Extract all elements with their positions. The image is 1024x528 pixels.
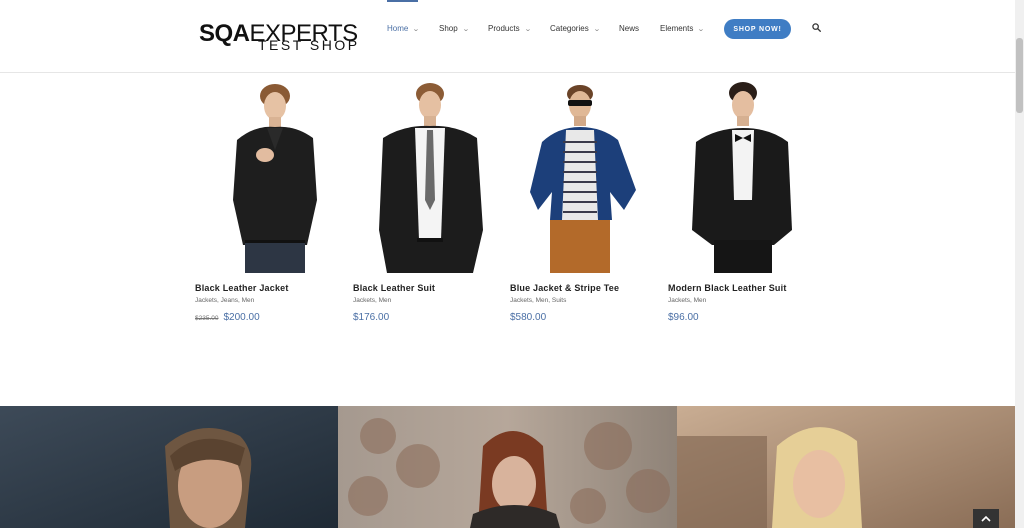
nav-item-products[interactable]: Products ⌄ bbox=[488, 24, 532, 33]
product-price: $176.00 bbox=[353, 312, 390, 323]
nav-item-home[interactable]: Home ⌄ bbox=[387, 24, 421, 33]
product-name[interactable]: Blue Jacket & Stripe Tee bbox=[510, 283, 619, 293]
product-price: $235.00 $200.00 bbox=[195, 312, 260, 323]
product-price: $96.00 bbox=[668, 312, 699, 323]
chevron-down-icon: ⌄ bbox=[523, 26, 532, 33]
nav-item-shop[interactable]: Shop ⌄ bbox=[439, 24, 469, 33]
product-categories[interactable]: Jackets, Men bbox=[668, 297, 706, 304]
product-name[interactable]: Black Leather Jacket bbox=[195, 283, 289, 293]
product-card: Black Leather Jacket Jackets, Jeans, Men… bbox=[195, 80, 345, 330]
product-image[interactable] bbox=[195, 80, 345, 273]
promo-banner-men[interactable] bbox=[0, 406, 338, 528]
product-categories[interactable]: Jackets, Men bbox=[353, 297, 391, 304]
product-image[interactable] bbox=[353, 80, 503, 273]
nav-active-indicator bbox=[387, 0, 418, 2]
nav-label: News bbox=[619, 24, 640, 33]
chevron-up-icon bbox=[981, 515, 991, 522]
site-header: SQAEXPERTS TEST SHOP Home ⌄ Shop ⌄ Product… bbox=[0, 0, 1015, 73]
banner-image bbox=[338, 406, 677, 528]
banner-image bbox=[0, 406, 338, 528]
product-name[interactable]: Black Leather Suit bbox=[353, 283, 435, 293]
nav-item-elements[interactable]: Elements ⌄ bbox=[660, 24, 706, 33]
shop-now-button[interactable]: SHOP NOW! bbox=[724, 19, 791, 39]
nav-label: Products bbox=[488, 24, 520, 33]
banner-image bbox=[677, 406, 1015, 528]
chevron-down-icon: ⌄ bbox=[697, 26, 706, 33]
product-card: Modern Black Leather Suit Jackets, Men $… bbox=[668, 80, 818, 330]
chevron-down-icon: ⌄ bbox=[592, 26, 601, 33]
logo-part1: SQA bbox=[199, 20, 250, 47]
nav-item-news[interactable]: News bbox=[619, 24, 639, 33]
product-image[interactable] bbox=[668, 80, 818, 273]
nav-label: Home bbox=[387, 24, 409, 33]
nav-item-categories[interactable]: Categories ⌄ bbox=[550, 24, 600, 33]
back-to-top-button[interactable] bbox=[973, 509, 999, 528]
chevron-down-icon: ⌄ bbox=[412, 26, 421, 33]
promo-banner-women[interactable] bbox=[338, 406, 677, 528]
product-name[interactable]: Modern Black Leather Suit bbox=[668, 283, 787, 293]
product-sale-price: $200.00 bbox=[223, 312, 260, 323]
promo-banner-accessories[interactable] bbox=[677, 406, 1015, 528]
chevron-down-icon: ⌄ bbox=[461, 26, 470, 33]
scrollbar-thumb[interactable] bbox=[1016, 38, 1023, 113]
product-categories[interactable]: Jackets, Jeans, Men bbox=[195, 297, 254, 304]
product-card: Black Leather Suit Jackets, Men $176.00 bbox=[353, 80, 503, 330]
product-categories[interactable]: Jackets, Men, Suits bbox=[510, 297, 566, 304]
product-price: $580.00 bbox=[510, 312, 547, 323]
logo-tagline: TEST SHOP bbox=[258, 37, 360, 53]
nav-label: Categories bbox=[550, 24, 589, 33]
nav-label: Elements bbox=[660, 24, 694, 33]
nav-label: Shop bbox=[439, 24, 458, 33]
search-icon[interactable] bbox=[812, 23, 821, 32]
product-old-price: $235.00 bbox=[195, 315, 219, 322]
product-card: Blue Jacket & Stripe Tee Jackets, Men, S… bbox=[510, 80, 660, 330]
product-image[interactable] bbox=[510, 80, 660, 273]
